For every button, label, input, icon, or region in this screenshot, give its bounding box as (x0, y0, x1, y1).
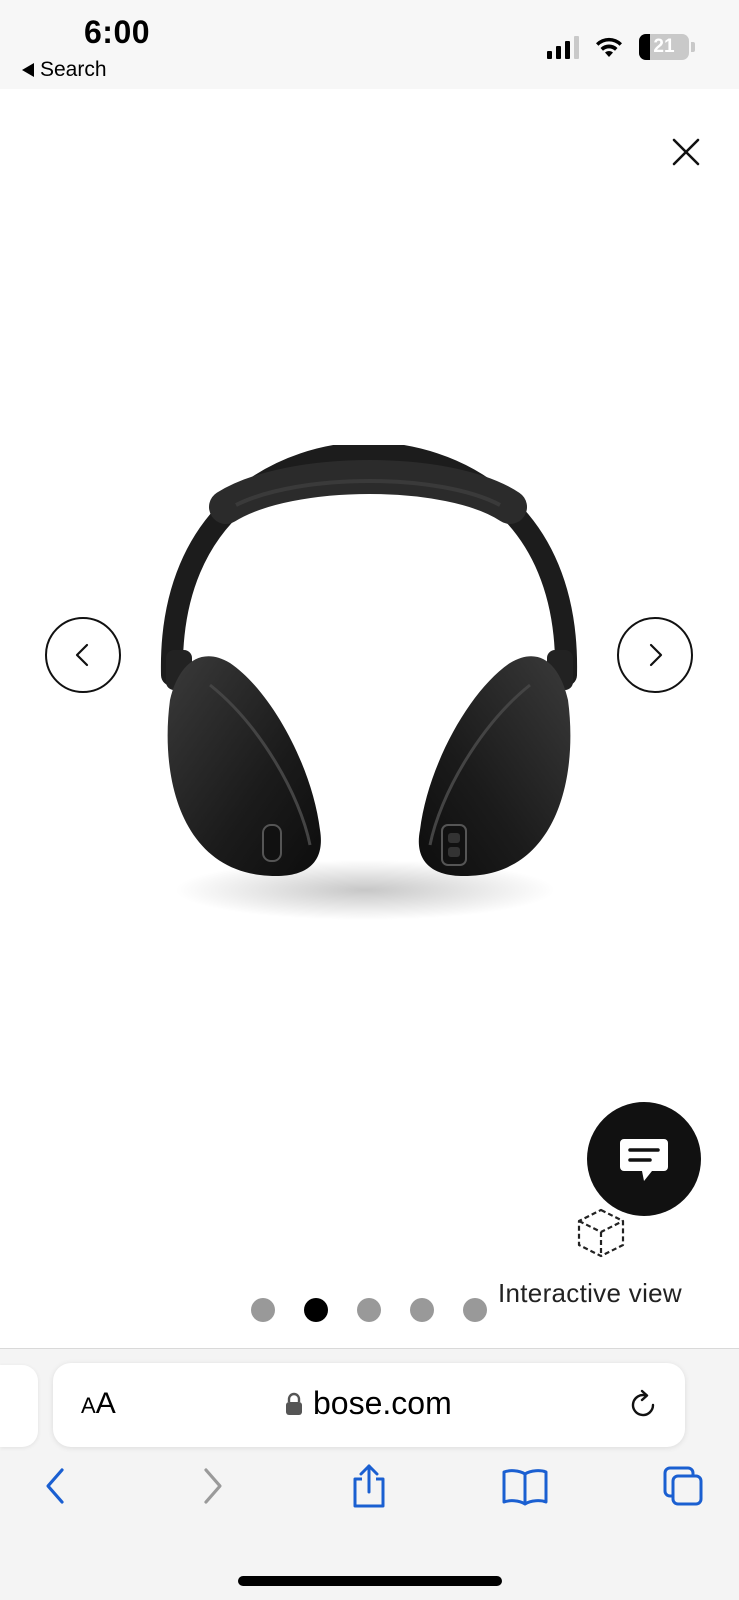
back-to-app-link[interactable]: Search (22, 58, 107, 82)
chat-bubble-icon (620, 1139, 668, 1181)
browser-bottom-bar: A A bose.com (0, 1348, 739, 1600)
url-text: bose.com (313, 1385, 452, 1421)
back-app-label: Search (40, 58, 107, 81)
next-image-button[interactable] (617, 617, 693, 693)
chevron-left-icon (75, 643, 89, 667)
carousel-dot[interactable] (251, 1298, 275, 1322)
back-icon (46, 1468, 64, 1504)
carousel-pagination (251, 1298, 487, 1322)
battery-indicator: 21 (639, 34, 695, 60)
3d-cube-icon[interactable] (574, 1206, 628, 1260)
tabs-button[interactable] (658, 1461, 708, 1511)
bookmarks-icon (502, 1469, 548, 1506)
home-indicator[interactable] (238, 1576, 502, 1586)
url-display[interactable]: bose.com (285, 1385, 452, 1422)
address-bar[interactable]: A A bose.com (53, 1363, 685, 1447)
reload-icon[interactable] (627, 1389, 659, 1421)
status-bar: 6:00 Search 21 (0, 0, 739, 89)
battery-icon: 21 (639, 34, 689, 60)
forward-icon (204, 1468, 222, 1504)
share-icon (353, 1464, 385, 1508)
headphones-product-image (160, 445, 578, 920)
carousel-dot[interactable] (304, 1298, 328, 1322)
carousel-dot[interactable] (357, 1298, 381, 1322)
chevron-right-icon (649, 643, 663, 667)
forward-button[interactable] (188, 1461, 238, 1511)
share-button[interactable] (344, 1461, 394, 1511)
back-button[interactable] (30, 1461, 80, 1511)
text-size-large: A (95, 1387, 116, 1420)
status-icons: 21 (547, 34, 695, 60)
battery-level: 21 (653, 36, 675, 57)
status-time: 6:00 (84, 14, 151, 50)
text-size-button[interactable]: A A (81, 1387, 116, 1421)
wifi-icon (596, 37, 622, 57)
bookmarks-button[interactable] (500, 1461, 550, 1511)
cellular-signal-icon (547, 35, 579, 59)
tabs-icon (663, 1466, 703, 1506)
close-button[interactable] (666, 132, 706, 172)
carousel-dot[interactable] (410, 1298, 434, 1322)
lock-icon (286, 1392, 302, 1415)
interactive-view-label[interactable]: Interactive view (498, 1278, 682, 1309)
back-triangle-icon (22, 63, 34, 77)
battery-cap (691, 42, 695, 52)
close-icon (672, 138, 700, 166)
carousel-dot[interactable] (463, 1298, 487, 1322)
previous-image-button[interactable] (45, 617, 121, 693)
screen: 6:00 Search 21 Interactive view A A bose… (0, 0, 739, 1600)
browser-toolbar (0, 1439, 739, 1509)
previous-tab-peek[interactable] (0, 1365, 38, 1447)
chat-button[interactable] (587, 1102, 701, 1216)
text-size-small: A (81, 1393, 96, 1418)
